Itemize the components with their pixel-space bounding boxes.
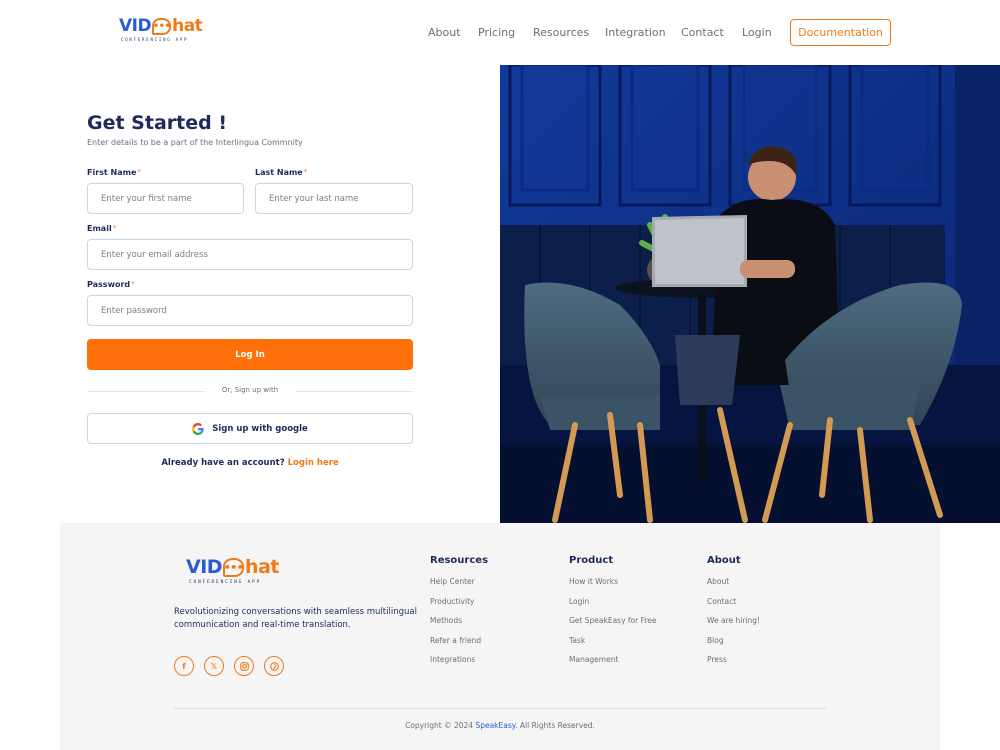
last-name-label-text: Last Name	[255, 168, 303, 177]
nav-contact[interactable]: Contact	[681, 26, 724, 39]
footer-link[interactable]: About	[707, 577, 760, 586]
footer-vidchat-logo[interactable]: VID ••• hat CONFERENCING APP	[186, 558, 279, 586]
login-here-link[interactable]: Login here	[288, 458, 339, 468]
footer-link[interactable]: Management	[569, 655, 657, 664]
footer-link[interactable]: Blog	[707, 636, 760, 645]
copyright: Copyright © 2024 SpeakEasy. All Rights R…	[60, 721, 940, 730]
instagram-icon[interactable]	[234, 656, 254, 676]
footer-col-about: About About Contact We are hiring! Blog …	[707, 555, 760, 675]
last-name-label: Last Name*	[255, 168, 307, 177]
footer-link[interactable]: Press	[707, 655, 760, 664]
email-field[interactable]	[87, 239, 413, 270]
footer-link[interactable]: Contact	[707, 597, 760, 606]
have-account-text: Already have an account? Login here	[87, 458, 413, 468]
footer-link[interactable]: Refer a friend	[430, 636, 488, 645]
first-name-label: First Name*	[87, 168, 141, 177]
first-name-label-text: First Name	[87, 168, 137, 177]
signup-divider: Or, Sign up with	[87, 386, 413, 398]
signup-form-header: Get Started ! Enter details to be a part…	[87, 112, 413, 147]
pinterest-icon[interactable]	[264, 656, 284, 676]
nav-integration[interactable]: Integration	[605, 26, 666, 39]
footer-link[interactable]: Help Center	[430, 577, 488, 586]
required-mark: *	[137, 168, 141, 176]
page-title: Get Started !	[87, 112, 227, 134]
login-button[interactable]: Log In	[87, 339, 413, 370]
copyright-suffix: . All Rights Reserved.	[515, 721, 595, 730]
footer-logo-vid: VID	[186, 556, 223, 578]
footer-col-title: About	[707, 555, 741, 566]
logo-wordmark: VID ••• hat	[119, 16, 203, 36]
footer-link[interactable]: Login	[569, 597, 657, 606]
footer-col-title: Product	[569, 555, 614, 566]
logo-hat: hat	[172, 16, 203, 36]
logo-subtitle: CONFERENCING APP	[121, 37, 189, 42]
google-signup-button[interactable]: Sign up with google	[87, 413, 413, 444]
nav-about[interactable]: About	[428, 26, 461, 39]
site-header: VID ••• hat CONFERENCING APP About Prici…	[0, 0, 1000, 65]
footer-logo-hat: hat	[245, 556, 279, 578]
facebook-icon[interactable]: f	[174, 656, 194, 676]
footer-col-resources: Resources Help Center Productivity Metho…	[430, 555, 488, 675]
first-name-field[interactable]	[87, 183, 244, 214]
footer-link[interactable]: Methods	[430, 616, 488, 625]
email-label: Email*	[87, 224, 116, 233]
last-name-field[interactable]	[255, 183, 413, 214]
footer-col-title: Resources	[430, 555, 489, 566]
logo-vid: VID	[119, 16, 152, 36]
documentation-button[interactable]: Documentation	[790, 19, 891, 46]
have-account-label: Already have an account?	[161, 458, 285, 468]
nav-resources[interactable]: Resources	[533, 26, 589, 39]
required-mark: *	[303, 168, 308, 176]
chat-bubble-icon: •••	[223, 558, 245, 577]
footer-link[interactable]: Productivity	[430, 597, 488, 606]
copyright-prefix: Copyright © 2024	[405, 721, 476, 730]
footer-link[interactable]: We are hiring!	[707, 616, 760, 625]
footer-tagline: Revolutionizing conversations with seaml…	[174, 607, 417, 630]
copyright-brand-link[interactable]: SpeakEasy	[475, 721, 515, 730]
site-footer: VID ••• hat CONFERENCING APP Revolutioni…	[60, 523, 940, 750]
divider-text: Or, Sign up with	[221, 386, 279, 394]
social-links: f 𝕏	[174, 656, 294, 676]
hero-photo	[500, 65, 1000, 523]
page-subtitle: Enter details to be a part of the Interl…	[87, 138, 303, 147]
google-button-label: Sign up with google	[212, 423, 308, 434]
password-label-text: Password	[87, 280, 131, 289]
hero-photo-illustration	[500, 65, 1000, 523]
footer-link[interactable]: Task	[569, 636, 657, 645]
password-field[interactable]	[87, 295, 413, 326]
vidchat-logo[interactable]: VID ••• hat CONFERENCING APP	[119, 16, 203, 43]
footer-link[interactable]: Integrations	[430, 655, 488, 664]
email-label-text: Email	[87, 224, 112, 233]
footer-link[interactable]: How it Works	[569, 577, 657, 586]
required-mark: *	[112, 224, 117, 232]
nav-pricing[interactable]: Pricing	[478, 26, 515, 39]
nav-login[interactable]: Login	[742, 26, 772, 39]
footer-logo-wordmark: VID ••• hat	[186, 558, 279, 577]
chat-bubble-icon: •••	[152, 18, 172, 35]
footer-logo-subtitle: CONFERENCING APP	[189, 580, 262, 585]
password-label: Password*	[87, 280, 135, 289]
x-icon[interactable]: 𝕏	[204, 656, 224, 676]
footer-col-product: Product How it Works Login Get SpeakEasy…	[569, 555, 657, 675]
required-mark: *	[131, 280, 135, 288]
google-icon	[192, 422, 204, 435]
footer-link[interactable]: Get SpeakEasy for Free	[569, 616, 657, 625]
footer-divider	[174, 708, 826, 709]
